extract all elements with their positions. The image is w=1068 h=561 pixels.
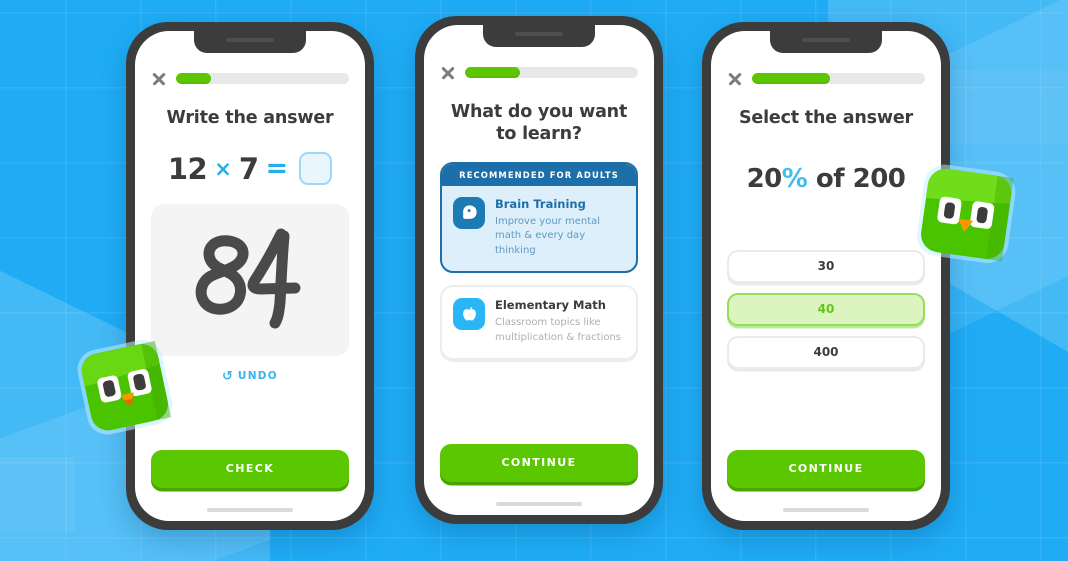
percent-symbol: %: [781, 163, 808, 194]
page-title: Select the answer: [739, 108, 913, 128]
answer-option[interactable]: 30: [727, 249, 925, 283]
continue-button[interactable]: CONTINUE: [727, 449, 925, 488]
course-description: Classroom topics like multiplication & f…: [495, 317, 622, 343]
page-title: Write the answer: [166, 108, 334, 128]
equation-left-operand: 12: [167, 151, 208, 186]
phone-notch: [194, 31, 306, 53]
undo-label: UNDO: [237, 370, 279, 383]
progress-bar: [176, 73, 349, 84]
progress-fill: [752, 73, 830, 84]
close-icon[interactable]: [151, 71, 166, 86]
course-card-brain-training[interactable]: RECOMMENDED FOR ADULTS Brain Training Im…: [440, 161, 638, 274]
progress-fill: [176, 73, 211, 84]
answer-option-list: 30 40 400: [711, 194, 941, 369]
course-card-elementary-math[interactable]: Elementary Math Classroom topics like mu…: [440, 285, 638, 361]
home-indicator: [207, 507, 293, 512]
question-suffix: of 200: [807, 163, 906, 194]
question-prefix: 20: [746, 163, 783, 194]
course-description: Improve your mental math & every day thi…: [495, 215, 601, 256]
head-profile-icon: [453, 196, 485, 229]
multiply-icon: ×: [214, 156, 232, 181]
home-indicator: [783, 507, 869, 512]
answer-input-box[interactable]: [299, 152, 333, 186]
answer-option-selected[interactable]: 40: [727, 292, 925, 326]
phone-screen: Select the answer 20% of 200 30 40 400 C…: [711, 31, 941, 521]
phone-notch: [770, 31, 882, 53]
handwriting-canvas[interactable]: [151, 203, 349, 356]
course-card-list: RECOMMENDED FOR ADULTS Brain Training Im…: [424, 146, 654, 361]
recommended-badge: RECOMMENDED FOR ADULTS: [442, 163, 636, 186]
phone-notch: [483, 25, 595, 47]
progress-bar: [752, 73, 925, 84]
progress-bar: [465, 67, 638, 78]
phone-mockup-course-picker: What do you want to learn? RECOMMENDED F…: [415, 16, 663, 524]
equation-right-operand: 7: [238, 151, 259, 186]
home-indicator: [496, 501, 582, 506]
cta-container: CONTINUE: [424, 443, 654, 502]
close-icon[interactable]: [440, 65, 455, 80]
close-icon[interactable]: [727, 71, 742, 86]
phone-mockup-write-answer: Write the answer 12 × 7 = ↺ UNDO CHECK: [126, 22, 374, 530]
progress-fill: [465, 67, 521, 78]
equals-icon: =: [265, 153, 289, 185]
page-title: What do you want to learn?: [450, 102, 628, 144]
course-title: Elementary Math: [495, 298, 606, 313]
duo-owl-cube-left: [72, 332, 180, 444]
check-button[interactable]: CHECK: [151, 449, 349, 488]
duo-owl-cube-right: [908, 156, 1026, 274]
cta-container: CHECK: [135, 449, 365, 508]
apple-icon: [453, 298, 485, 331]
handwritten-answer: [195, 228, 301, 329]
phone-screen: Write the answer 12 × 7 = ↺ UNDO CHECK: [135, 31, 365, 521]
answer-option[interactable]: 400: [727, 335, 925, 369]
continue-button[interactable]: CONTINUE: [440, 443, 638, 482]
course-title: Brain Training: [495, 196, 586, 211]
equation-row: 12 × 7 =: [135, 130, 365, 186]
cta-container: CONTINUE: [711, 449, 941, 508]
phone-screen: What do you want to learn? RECOMMENDED F…: [424, 25, 654, 515]
undo-arrow-icon: ↺: [221, 368, 233, 384]
phone-mockup-select-answer: Select the answer 20% of 200 30 40 400 C…: [702, 22, 950, 530]
question-text: 20% of 200: [711, 130, 941, 194]
